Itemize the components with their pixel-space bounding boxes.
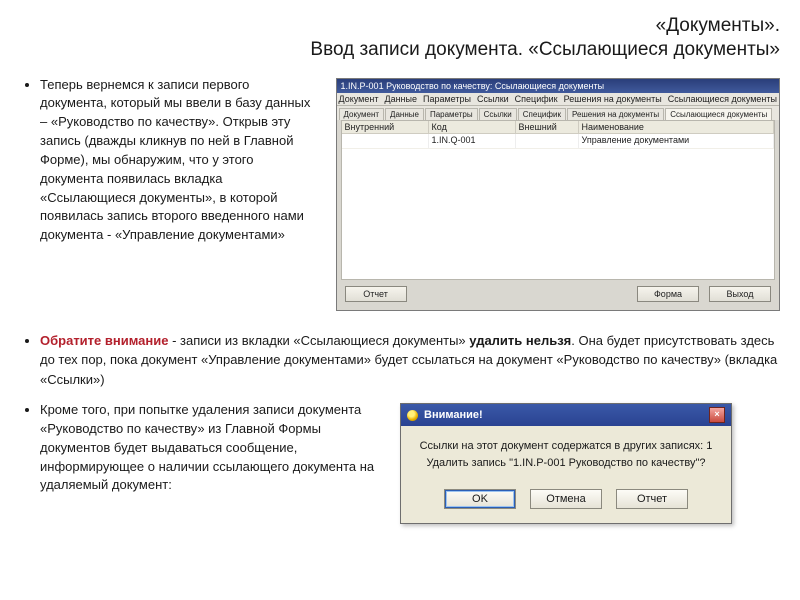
exit-button[interactable]: Выход [709, 286, 771, 302]
col-header: Наименование [579, 121, 774, 133]
note-emphasis-2: удалить нельзя [469, 333, 571, 348]
cell-code: 1.IN.Q-001 [429, 134, 516, 149]
col-header: Внешний [516, 121, 579, 133]
ok-button[interactable]: OK [444, 489, 516, 509]
warning-dialog: Внимание! × Ссылки на этот документ соде… [400, 403, 732, 524]
tab-strip: Документ Данные Параметры Ссылки Специфи… [337, 106, 779, 120]
close-icon[interactable]: × [709, 407, 725, 423]
menu-item[interactable]: Параметры [423, 94, 471, 104]
menu-item[interactable]: Документ [339, 94, 379, 104]
cell-name: Управление документами [579, 134, 774, 149]
note-emphasis-1: Обратите внимание [40, 333, 168, 348]
col-header: Внутренний [342, 121, 429, 133]
table-row[interactable]: 1.IN.Q-001 Управление документами [342, 134, 774, 149]
dialog-line1: Ссылки на этот документ содержатся в дру… [415, 438, 717, 455]
tab[interactable]: Ссылки [479, 108, 517, 120]
note-paragraph: Обратите внимание - записи из вкладки «С… [40, 331, 780, 390]
warning-icon [407, 410, 418, 421]
tab[interactable]: Параметры [425, 108, 478, 120]
dialog-body: Ссылки на этот документ содержатся в дру… [401, 426, 731, 483]
col-header: Код [429, 121, 516, 133]
app-window: 1.IN.P-001 Руководство по качеству: Ссыл… [336, 78, 780, 311]
tab[interactable]: Документ [339, 108, 385, 120]
data-grid: Внутренний Код Внешний Наименование 1.IN… [341, 120, 775, 280]
menu-item[interactable]: Специфик [515, 94, 558, 104]
form-button[interactable]: Форма [637, 286, 699, 302]
title-line-1: «Документы». [656, 15, 780, 36]
paragraph-3: Кроме того, при попытке удаления записи … [40, 401, 380, 495]
title-line-2: Ввод записи документа. «Ссылающиеся доку… [310, 39, 780, 60]
menu-item[interactable]: Ссылающиеся документы [668, 94, 777, 104]
tab-referring-documents[interactable]: Ссылающиеся документы [665, 108, 772, 120]
paragraph-1: Теперь вернемся к записи первого докумен… [40, 76, 322, 246]
report-button[interactable]: Отчет [616, 489, 688, 509]
report-button[interactable]: Отчет [345, 286, 407, 302]
tab[interactable]: Решения на документы [567, 108, 664, 120]
tab[interactable]: Специфик [518, 108, 566, 120]
window-titlebar: 1.IN.P-001 Руководство по качеству: Ссыл… [337, 79, 779, 93]
cancel-button[interactable]: Отмена [530, 489, 602, 509]
tab[interactable]: Данные [385, 108, 424, 120]
window-menu: Документ Данные Параметры Ссылки Специфи… [337, 93, 779, 106]
dialog-titlebar: Внимание! × [401, 404, 731, 426]
menu-item[interactable]: Решения на документы [564, 94, 662, 104]
menu-item[interactable]: Данные [384, 94, 417, 104]
dialog-title-text: Внимание! [424, 409, 483, 421]
slide-title: «Документы». Ввод записи документа. «Ссы… [20, 14, 780, 62]
menu-item[interactable]: Ссылки [477, 94, 509, 104]
dialog-line2: Удалить запись "1.IN.P-001 Руководство п… [415, 455, 717, 472]
